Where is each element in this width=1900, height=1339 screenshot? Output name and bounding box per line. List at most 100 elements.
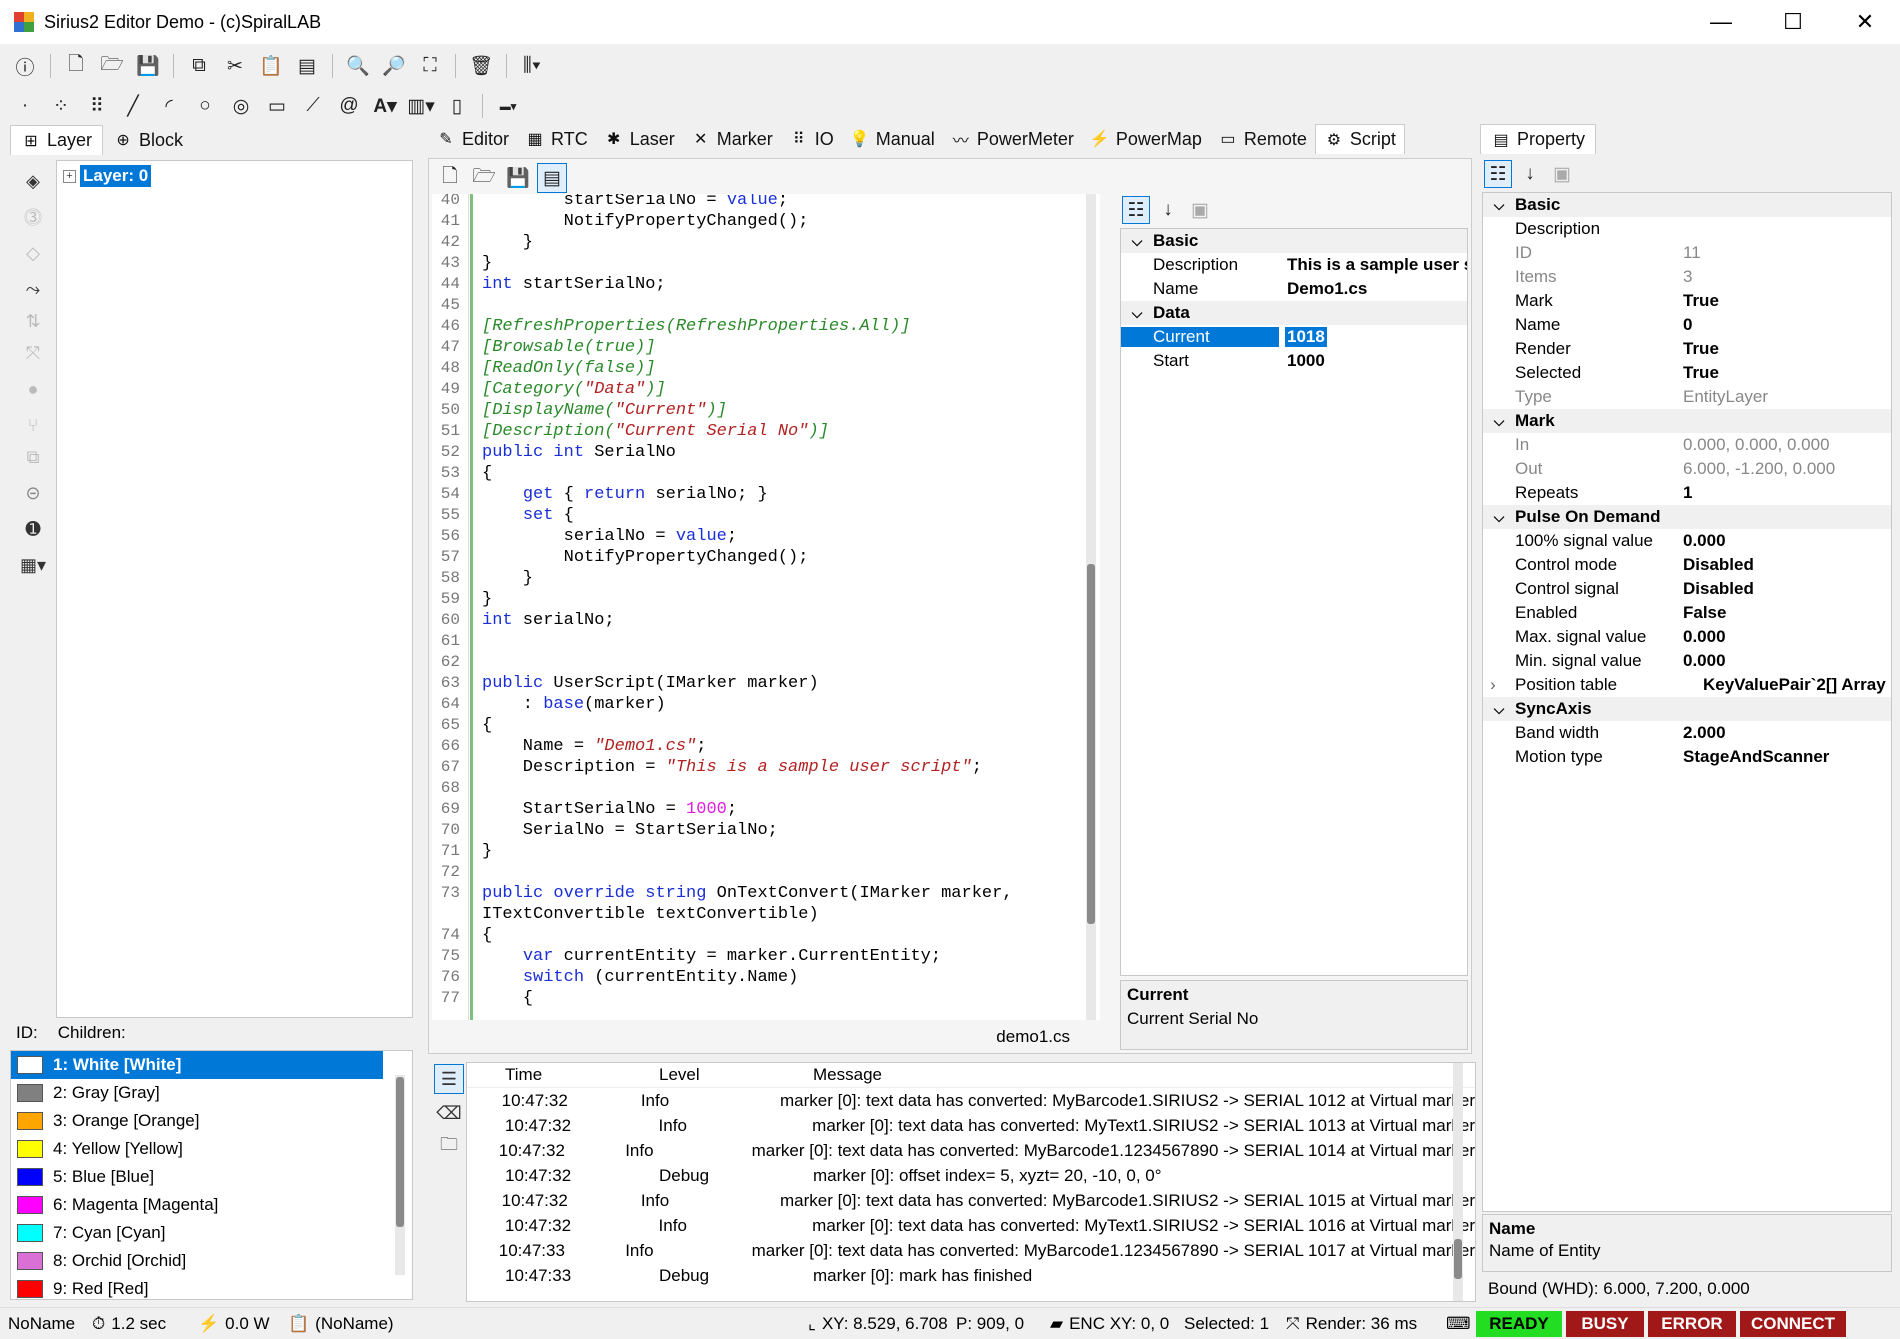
property-value[interactable]: StageAndScanner — [1675, 747, 1891, 767]
code-line[interactable]: [Description("Current Serial No")] — [482, 421, 1082, 442]
close-button[interactable]: ✕ — [1830, 0, 1900, 44]
save-icon[interactable]: 💾 — [133, 51, 163, 81]
property-value[interactable]: 0.000 — [1675, 531, 1891, 551]
property-row[interactable]: Min. signal value 0.000 — [1483, 649, 1891, 673]
property-value[interactable]: 11 — [1675, 243, 1891, 263]
color-list-item[interactable]: 6: Magenta [Magenta] — [11, 1191, 412, 1219]
log-row[interactable]: 10:47:32 Info marker [0]: text data has co… — [467, 1188, 1475, 1213]
code-editor[interactable]: 40 41 42 43 44 45 46 47 48 49 50 51 52 53 54 55 56 57 58 59… — [432, 194, 1100, 1020]
prop-categorized-icon[interactable]: ☷ — [1484, 160, 1512, 188]
property-row[interactable]: Type EntityLayer — [1483, 385, 1891, 409]
cut-icon[interactable]: ✂ — [220, 51, 250, 81]
open-log-folder-icon[interactable]: 🗀 — [434, 1132, 464, 1162]
code-line[interactable]: } — [482, 232, 1082, 253]
color-list-item[interactable]: 8: Orchid [Orchid] — [11, 1247, 412, 1275]
property-value[interactable]: 0.000, 0.000, 0.000 — [1675, 435, 1891, 455]
points-icon[interactable]: ⁘ — [46, 91, 76, 121]
property-row[interactable]: Max. signal value 0.000 — [1483, 625, 1891, 649]
ctrl-dropdown-icon[interactable]: ▬▾ — [493, 91, 523, 121]
property-value[interactable]: True — [1675, 339, 1891, 359]
property-value[interactable]: 0 — [1675, 315, 1891, 335]
code-line[interactable]: NotifyPropertyChanged(); — [482, 211, 1082, 232]
tab-remote[interactable]: ▭ Remote — [1210, 124, 1315, 154]
new-file-icon[interactable]: 🗋 — [61, 51, 91, 81]
code-line[interactable]: { — [482, 988, 1082, 1009]
tab-laser[interactable]: ✱ Laser — [596, 124, 683, 154]
tab-property[interactable]: ▤ Property — [1480, 124, 1597, 154]
script-properties-icon[interactable]: ▤ — [537, 163, 567, 193]
code-line[interactable]: : base(marker) — [482, 694, 1082, 715]
code-line[interactable]: } — [482, 841, 1082, 862]
property-row[interactable]: Items 3 — [1483, 265, 1891, 289]
tree-node-layer0[interactable]: + Layer: 0 — [63, 165, 412, 187]
log-row[interactable]: 10:47:32 Info marker [0]: text data has co… — [467, 1113, 1475, 1138]
property-row[interactable]: Repeats 1 — [1483, 481, 1891, 505]
log-row[interactable]: 10:47:32 Info marker [0]: text data has co… — [467, 1138, 1475, 1163]
tab-powermap[interactable]: ⚡ PowerMap — [1082, 124, 1210, 154]
zoom-out-icon[interactable]: 🔍 — [343, 51, 373, 81]
collapse-icon[interactable]: ⌵ — [1121, 233, 1153, 250]
property-value[interactable]: 6.000, -1.200, 0.000 — [1675, 459, 1891, 479]
category-pulse-on-demand[interactable]: ⌵ Pulse On Demand — [1483, 505, 1891, 529]
code-line[interactable]: [Browsable(true)] — [482, 337, 1082, 358]
property-value[interactable]: This is a sample user script — [1279, 255, 1467, 275]
code-line[interactable]: int startSerialNo; — [482, 274, 1082, 295]
property-value[interactable]: 1000 — [1279, 351, 1467, 371]
property-row[interactable]: Selected True — [1483, 361, 1891, 385]
arc-icon[interactable]: ◜ — [154, 91, 184, 121]
expand-icon[interactable]: + — [63, 169, 76, 183]
code-line[interactable]: { — [482, 715, 1082, 736]
property-row[interactable]: In 0.000, 0.000, 0.000 — [1483, 433, 1891, 457]
code-line[interactable]: int serialNo; — [482, 610, 1082, 631]
point-icon[interactable]: · — [10, 91, 40, 121]
code-line[interactable]: NotifyPropertyChanged(); — [482, 547, 1082, 568]
code-line[interactable]: } — [482, 568, 1082, 589]
color-list-item[interactable]: 7: Cyan [Cyan] — [11, 1219, 412, 1247]
code-line[interactable]: var currentEntity = marker.CurrentEntity… — [482, 946, 1082, 967]
code-line[interactable]: public UserScript(IMarker marker) — [482, 673, 1082, 694]
property-value[interactable]: 0.000 — [1675, 627, 1891, 647]
group-icon[interactable]: ● — [18, 374, 48, 404]
property-value[interactable]: Disabled — [1675, 579, 1891, 599]
tab-rtc[interactable]: ▦ RTC — [517, 124, 596, 154]
code-line[interactable]: serialNo = value; — [482, 526, 1082, 547]
property-row[interactable]: Current 1018 — [1121, 325, 1467, 349]
log-row[interactable]: 10:47:33 Debug marker [0]: mark has finish… — [467, 1263, 1475, 1288]
property-row[interactable]: Control mode Disabled — [1483, 553, 1891, 577]
line-icon[interactable]: ╱ — [118, 91, 148, 121]
category-basic[interactable]: ⌵ Basic — [1483, 193, 1891, 217]
property-row[interactable]: Enabled False — [1483, 601, 1891, 625]
property-row[interactable]: Mark True — [1483, 289, 1891, 313]
code-line[interactable]: switch (currentEntity.Name) — [482, 967, 1082, 988]
copy-layer-icon[interactable]: ⧉ — [18, 442, 48, 472]
property-value[interactable]: 0.000 — [1675, 651, 1891, 671]
property-row[interactable]: Name 0 — [1483, 313, 1891, 337]
col-level[interactable]: Level — [655, 1065, 809, 1085]
prop-pages-icon[interactable]: ▣ — [1548, 160, 1576, 188]
barcode-dropdown-icon[interactable]: ▥▾ — [406, 91, 436, 121]
collapse-icon[interactable]: ⌵ — [1483, 701, 1515, 718]
end-icon[interactable]: ➊ — [18, 514, 48, 544]
code-line[interactable]: startSerialNo = value; — [482, 194, 1082, 211]
collapse-icon[interactable]: ⌵ — [1483, 413, 1515, 430]
zoom-in-icon[interactable]: 🔎 — [379, 51, 409, 81]
delete-icon[interactable]: 🗑 — [466, 51, 496, 81]
property-row[interactable]: Control signal Disabled — [1483, 577, 1891, 601]
tab-layer[interactable]: ⊞ Layer — [10, 125, 104, 155]
path-icon[interactable]: ⤳ — [18, 274, 48, 304]
script-open-icon[interactable]: 🗁 — [469, 163, 499, 193]
collapse-icon[interactable]: ⌵ — [1483, 509, 1515, 526]
layers-icon[interactable]: ◈ — [18, 166, 48, 196]
property-row[interactable]: Motion type StageAndScanner — [1483, 745, 1891, 769]
code-line[interactable]: public override string OnTextConvert(IMa… — [482, 883, 1082, 904]
code-line[interactable]: Name = "Demo1.cs"; — [482, 736, 1082, 757]
code-line[interactable]: ITextConvertible textConvertible) — [482, 904, 1082, 925]
log-scrollbar[interactable] — [1453, 1063, 1463, 1301]
clear-log-icon[interactable]: ⌫ — [434, 1098, 464, 1128]
code-line[interactable]: set { — [482, 505, 1082, 526]
col-message[interactable]: Message — [809, 1065, 882, 1085]
category-syncaxis[interactable]: ⌵ SyncAxis — [1483, 697, 1891, 721]
code-line[interactable]: { — [482, 463, 1082, 484]
code-line[interactable]: SerialNo = StartSerialNo; — [482, 820, 1082, 841]
code-line[interactable] — [482, 652, 1082, 673]
